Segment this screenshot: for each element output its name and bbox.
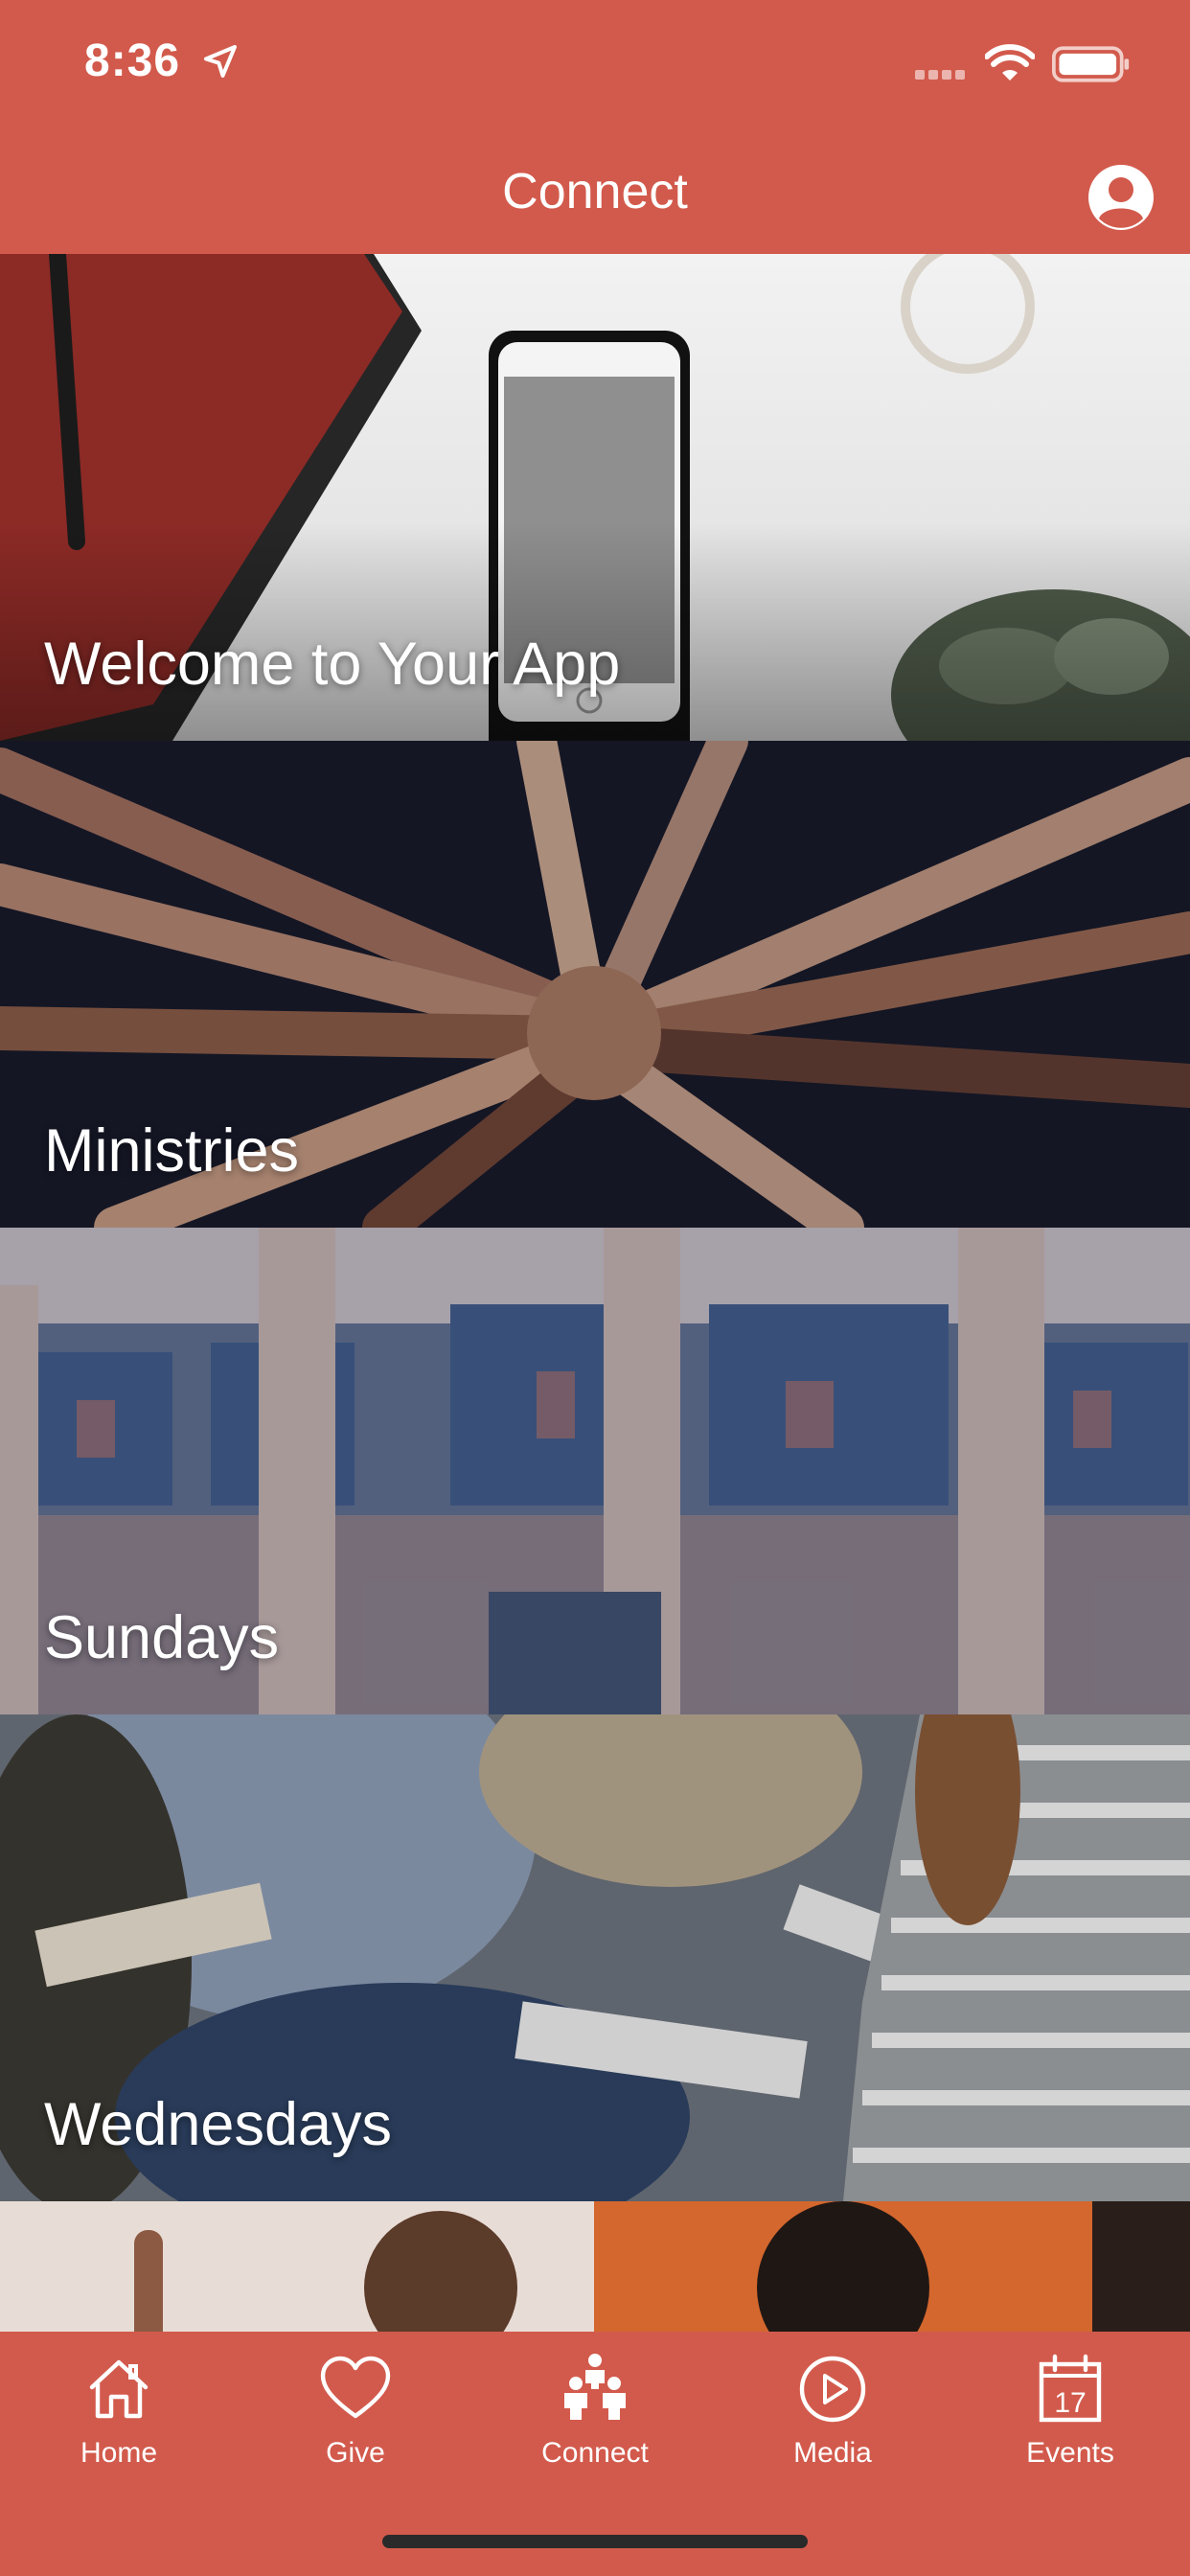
wifi-icon <box>985 44 1035 80</box>
location-arrow-icon <box>204 45 237 78</box>
tile-ministries[interactable]: Ministries <box>0 741 1190 1228</box>
tab-connect-label: Connect <box>541 2437 649 2469</box>
tile-ministries-label: Ministries <box>44 1117 300 1184</box>
tile-sundays[interactable]: Sundays <box>0 1228 1190 1714</box>
play-icon <box>799 2356 866 2423</box>
heart-icon <box>320 2356 391 2419</box>
tile-worship-image <box>0 2201 1190 2332</box>
tab-events[interactable]: 17 Events <box>974 2351 1166 2495</box>
status-time: 8:36 <box>84 35 181 86</box>
tab-give[interactable]: Give <box>260 2351 451 2495</box>
home-icon <box>89 2359 149 2419</box>
tab-connect[interactable]: Connect <box>499 2351 691 2495</box>
tab-events-label: Events <box>1026 2437 1114 2469</box>
nav-bar: Connect <box>0 134 1190 254</box>
tile-sundays-label: Sundays <box>44 1604 280 1671</box>
tab-home[interactable]: Home <box>23 2351 215 2495</box>
tab-media-label: Media <box>793 2437 872 2469</box>
tile-welcome-label: Welcome to Your App <box>44 631 621 698</box>
home-indicator <box>382 2535 808 2548</box>
page-title: Connect <box>502 164 688 219</box>
status-bar: 8:36 <box>0 0 1190 134</box>
tile-welcome[interactable]: Welcome to Your App <box>0 254 1190 741</box>
profile-icon[interactable] <box>1087 163 1156 232</box>
calendar-day: 17 <box>1054 2387 1087 2419</box>
battery-icon <box>1052 46 1130 82</box>
people-icon <box>564 2354 626 2420</box>
tab-home-label: Home <box>80 2437 158 2469</box>
tab-media[interactable]: Media <box>737 2351 928 2495</box>
connect-tile-list: Welcome to Your App Ministries Sundays W… <box>0 254 1190 2332</box>
tile-worship[interactable] <box>0 2201 1190 2332</box>
tile-wednesdays[interactable]: Wednesdays <box>0 1714 1190 2201</box>
tile-wednesdays-label: Wednesdays <box>44 2091 393 2158</box>
tab-give-label: Give <box>326 2437 385 2469</box>
cellular-signal-icon <box>915 67 971 80</box>
